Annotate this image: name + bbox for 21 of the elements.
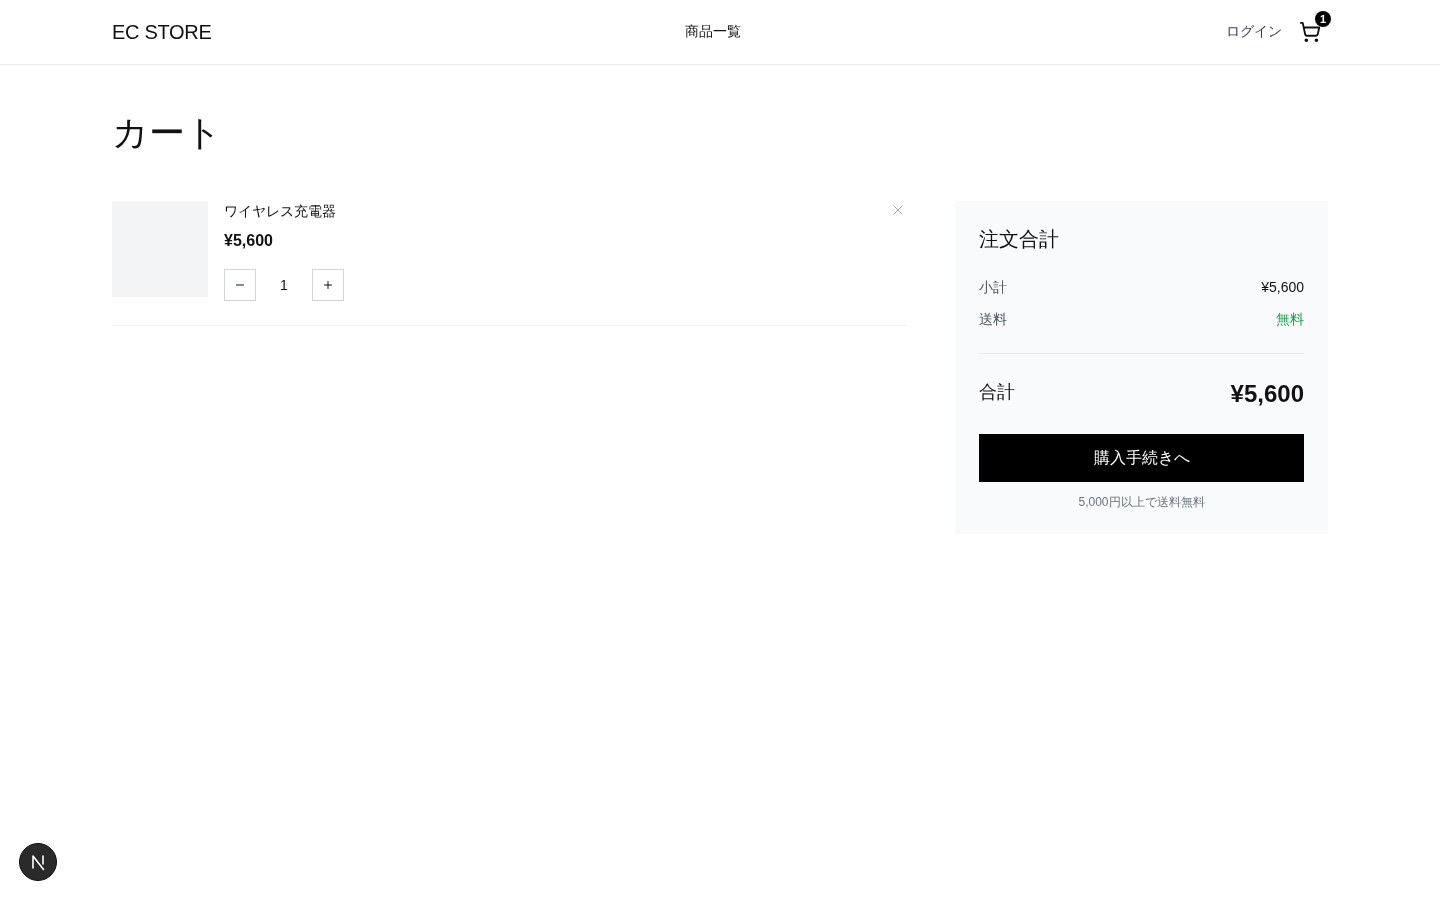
summary-label: 送料 bbox=[979, 310, 1007, 329]
store-logo[interactable]: EC STORE bbox=[112, 20, 212, 44]
summary-value: ¥5,600 bbox=[1261, 278, 1304, 297]
quantity-value: 1 bbox=[279, 276, 289, 295]
product-price: ¥5,600 bbox=[224, 231, 273, 251]
product-name: ワイヤレス充電器 bbox=[224, 202, 336, 221]
nav-link[interactable]: 商品一覧 bbox=[685, 23, 741, 41]
summary-title: 注文合計 bbox=[979, 227, 1060, 252]
checkout-button[interactable]: 購入手続きへ bbox=[979, 434, 1304, 482]
total-label: 合計 bbox=[979, 381, 1015, 404]
cart-icon bbox=[1299, 21, 1321, 43]
increase-quantity-button[interactable] bbox=[312, 269, 344, 301]
summary-label: 小計 bbox=[979, 278, 1007, 297]
total-value: ¥5,600 bbox=[1230, 379, 1304, 409]
plus-icon bbox=[322, 279, 334, 291]
shipping-note: 5,000円以上で送料無料 bbox=[1077, 494, 1206, 510]
login-link[interactable]: ログイン bbox=[1226, 23, 1282, 41]
summary-value: 無料 bbox=[1276, 310, 1304, 329]
page-title: カート bbox=[112, 113, 222, 153]
dev-tools-logo-icon[interactable] bbox=[19, 843, 57, 881]
cart-count-badge: 1 bbox=[1315, 11, 1331, 27]
